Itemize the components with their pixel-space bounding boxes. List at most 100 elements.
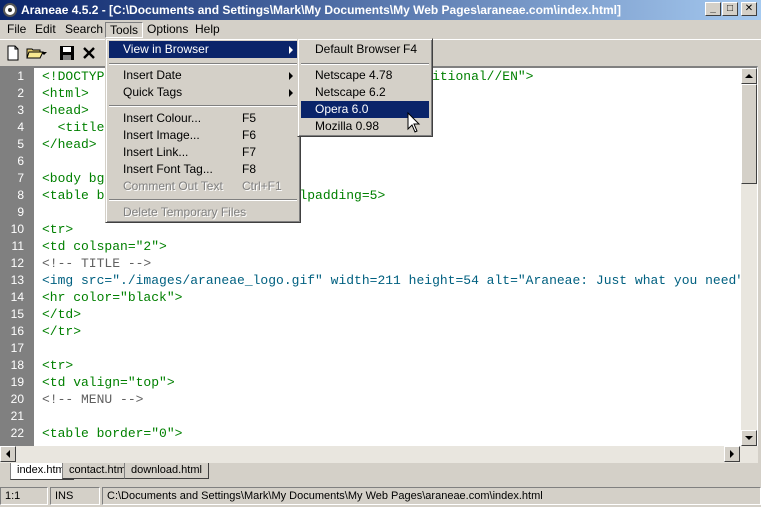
code-line[interactable]: </tr> bbox=[42, 323, 81, 340]
line-number: 22 bbox=[10, 426, 24, 440]
menu-edit[interactable]: Edit bbox=[31, 22, 60, 38]
menu-separator bbox=[109, 63, 297, 65]
menu-item-shortcut: F8 bbox=[242, 162, 257, 176]
menu-item-shortcut: F4 bbox=[403, 42, 418, 56]
menu-search[interactable]: Search bbox=[61, 22, 107, 38]
save-icon[interactable] bbox=[58, 44, 76, 62]
menu-item-label: Insert Date bbox=[123, 68, 182, 82]
line-number: 4 bbox=[17, 120, 24, 134]
code-line[interactable]: <tr> bbox=[42, 357, 73, 374]
line-number: 13 bbox=[10, 273, 24, 287]
line-number: 11 bbox=[11, 239, 24, 253]
arrow-up-icon bbox=[745, 74, 753, 78]
menu-item-label: View in Browser bbox=[123, 42, 209, 56]
arrow-left-icon bbox=[6, 450, 10, 458]
insert-mode: INS bbox=[50, 487, 100, 505]
code-line[interactable]: <tr> bbox=[42, 221, 73, 238]
line-number: 21 bbox=[10, 409, 24, 423]
line-number: 17 bbox=[10, 341, 24, 355]
menu-item-quick-tags[interactable]: Quick Tags bbox=[109, 84, 297, 101]
line-number: 12 bbox=[10, 256, 24, 270]
menu-bar: File Edit Search Tools Options Help bbox=[0, 20, 761, 39]
app-icon[interactable] bbox=[3, 3, 17, 17]
line-number: 15 bbox=[10, 307, 24, 321]
line-number: 7 bbox=[17, 171, 24, 185]
line-number: 8 bbox=[17, 188, 24, 202]
menu-item-view-in-browser[interactable]: View in Browser bbox=[109, 41, 297, 58]
scroll-right-button[interactable] bbox=[724, 446, 740, 462]
menu-item-insert-date[interactable]: Insert Date bbox=[109, 67, 297, 84]
line-number: 16 bbox=[10, 324, 24, 338]
menu-item-label: Mozilla 0.98 bbox=[315, 119, 380, 133]
menu-item-label: Netscape 4.78 bbox=[315, 68, 393, 82]
menu-item-insert-link[interactable]: Insert Link... F7 bbox=[109, 144, 297, 161]
scroll-thumb[interactable] bbox=[741, 84, 757, 184]
code-line[interactable]: <img src="./images/araneae_logo.gif" wid… bbox=[42, 272, 742, 289]
title-bar[interactable]: Araneae 4.5.2 - [C:\Documents and Settin… bbox=[0, 0, 761, 20]
menu-item-label: Quick Tags bbox=[123, 85, 183, 99]
submenu-item-netscape-478[interactable]: Netscape 4.78 bbox=[301, 67, 429, 84]
menu-separator bbox=[301, 63, 429, 65]
code-line[interactable]: </head> bbox=[42, 136, 97, 153]
maximize-button[interactable]: □ bbox=[722, 2, 738, 16]
scroll-up-button[interactable] bbox=[741, 68, 757, 84]
code-line[interactable]: <!-- TITLE --> bbox=[42, 255, 151, 272]
menu-item-label: Insert Image... bbox=[123, 128, 200, 142]
line-number: 1 bbox=[17, 69, 24, 83]
new-file-icon[interactable] bbox=[4, 44, 22, 62]
file-tabs: index.html contact.html download.html bbox=[0, 463, 761, 481]
code-line[interactable]: <head> bbox=[42, 102, 89, 119]
menu-item-label: Insert Link... bbox=[123, 145, 189, 159]
menu-file[interactable]: File bbox=[3, 22, 30, 38]
menu-item-insert-colour[interactable]: Insert Colour... F5 bbox=[109, 110, 297, 127]
menu-item-shortcut: Ctrl+F1 bbox=[242, 179, 282, 193]
code-line[interactable]: <td valign="top"> bbox=[42, 374, 175, 391]
line-number: 3 bbox=[17, 103, 24, 117]
line-number: 19 bbox=[10, 375, 24, 389]
menu-item-insert-font-tag[interactable]: Insert Font Tag... F8 bbox=[109, 161, 297, 178]
code-line[interactable]: <td colspan="2"> bbox=[42, 238, 167, 255]
cursor-position: 1:1 bbox=[0, 487, 48, 505]
scroll-down-button[interactable] bbox=[741, 430, 757, 446]
close-file-icon[interactable] bbox=[80, 44, 98, 62]
menu-item-label: Comment Out Text bbox=[123, 179, 223, 193]
menu-item-insert-image[interactable]: Insert Image... F6 bbox=[109, 127, 297, 144]
horizontal-scrollbar[interactable] bbox=[0, 446, 758, 463]
submenu-arrow-icon bbox=[289, 72, 293, 80]
menu-help[interactable]: Help bbox=[191, 22, 224, 38]
line-number: 10 bbox=[10, 222, 24, 236]
submenu-arrow-icon bbox=[289, 46, 293, 54]
line-number: 20 bbox=[10, 392, 24, 406]
line-number: 18 bbox=[10, 358, 24, 372]
code-line[interactable]: <html> bbox=[42, 85, 89, 102]
menu-item-label: Opera 6.0 bbox=[315, 102, 369, 116]
vertical-scrollbar[interactable] bbox=[741, 68, 757, 461]
menu-item-label: Insert Font Tag... bbox=[123, 162, 213, 176]
menu-separator bbox=[109, 105, 297, 107]
scroll-left-button[interactable] bbox=[0, 446, 16, 462]
menu-tools[interactable]: Tools bbox=[105, 22, 144, 38]
menu-item-shortcut: F6 bbox=[242, 128, 257, 142]
submenu-item-default-browser[interactable]: Default Browser F4 bbox=[301, 41, 429, 58]
menu-options[interactable]: Options bbox=[143, 22, 192, 38]
tab-download-html[interactable]: download.html bbox=[124, 463, 209, 479]
file-path: C:\Documents and Settings\Mark\My Docume… bbox=[102, 487, 761, 505]
window-title: Araneae 4.5.2 - [C:\Documents and Settin… bbox=[21, 3, 621, 17]
code-line[interactable]: <hr color="black"> bbox=[42, 289, 182, 306]
line-number: 6 bbox=[17, 154, 24, 168]
status-bar: 1:1 INS C:\Documents and Settings\Mark\M… bbox=[0, 486, 761, 507]
chevron-down-icon[interactable] bbox=[40, 44, 48, 62]
code-line[interactable]: </td> bbox=[42, 306, 81, 323]
menu-item-shortcut: F5 bbox=[242, 111, 257, 125]
code-line[interactable]: <!-- MENU --> bbox=[42, 391, 143, 408]
arrow-down-icon bbox=[745, 436, 753, 440]
menu-item-label: Default Browser bbox=[315, 42, 401, 56]
submenu-item-netscape-62[interactable]: Netscape 6.2 bbox=[301, 84, 429, 101]
menu-item-label: Netscape 6.2 bbox=[315, 85, 386, 99]
mouse-pointer-icon bbox=[407, 112, 421, 133]
code-line[interactable]: <table border="0"> bbox=[42, 425, 182, 442]
minimize-button[interactable]: _ bbox=[705, 2, 721, 16]
tools-menu: View in Browser Insert Date Quick Tags I… bbox=[105, 38, 301, 223]
line-number: 9 bbox=[17, 205, 24, 219]
close-button[interactable]: ✕ bbox=[741, 2, 757, 16]
